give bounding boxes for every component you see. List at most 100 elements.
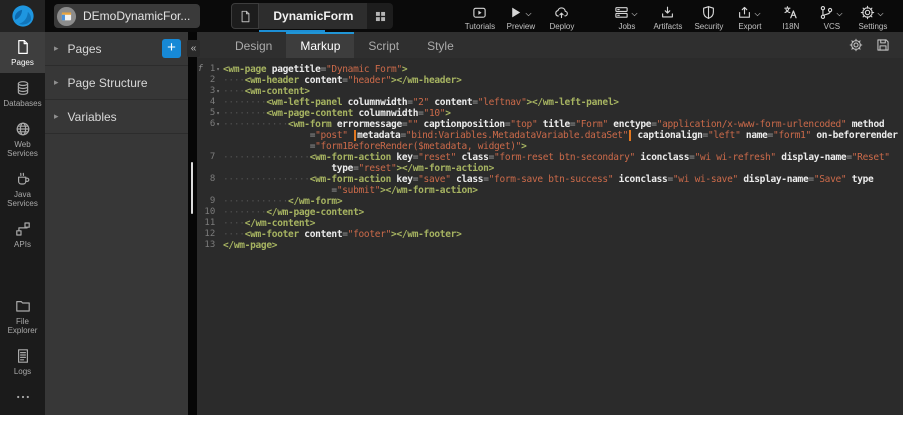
tool-label: I18N <box>782 22 799 31</box>
editor-settings-gear-icon[interactable] <box>849 38 863 52</box>
sidebar-item-logs[interactable]: Logs <box>0 341 45 382</box>
gutter: 7 <box>197 152 223 163</box>
line-number: 2 <box>204 75 216 86</box>
gutter: 3▾ <box>197 86 223 97</box>
sidebar-item-label: APIs <box>14 240 31 249</box>
branch-icon <box>819 5 834 20</box>
code-tag: <wm-page <box>223 64 266 75</box>
caret-right-icon[interactable]: ▸ <box>54 77 59 88</box>
code-line-text: ····<wm-footer content="footer"></wm-foo… <box>223 229 903 240</box>
code-string: "top" <box>510 119 537 130</box>
tool-i18n-inner <box>783 5 798 20</box>
fold-arrow-icon[interactable]: ▾ <box>215 64 223 75</box>
sidebar-item-databases[interactable]: Databases <box>0 73 45 114</box>
tool-tutorials-inner <box>472 5 487 20</box>
gutter: 2 <box>197 75 223 86</box>
tool-i18n[interactable]: I18N <box>770 1 811 31</box>
sidebar-item-java-services[interactable]: Java Services <box>0 164 45 214</box>
code-row: 11····</wm-content> <box>197 218 903 229</box>
panel-section-pages[interactable]: ▸Pages+ <box>45 32 188 66</box>
sidebar-item-more[interactable] <box>0 382 45 411</box>
project-selector[interactable]: DEmoDynamicFor... <box>54 4 200 28</box>
fold-arrow-icon[interactable]: ▾ <box>215 108 223 119</box>
code-line-text: ········</wm-page-content> <box>223 207 903 218</box>
code-string: "form1" <box>773 130 811 141</box>
code-line-text: ········<wm-page-content columnwidth="10… <box>223 108 903 119</box>
tab-style[interactable]: Style <box>413 32 468 58</box>
tool-label: Tutorials <box>465 22 495 31</box>
sidebar-item-web-services[interactable]: Web Services <box>0 114 45 164</box>
tool-export[interactable]: Export <box>729 1 770 31</box>
globe-icon <box>15 121 31 137</box>
code-token: ···· <box>223 75 245 86</box>
code-line-text: ="post" metadata="bind:Variables.Metadat… <box>223 130 903 141</box>
tool-preview[interactable]: Preview <box>500 1 541 31</box>
tab-script[interactable]: Script <box>354 32 413 58</box>
tool-vcs[interactable]: VCS <box>811 1 852 31</box>
code-token: ················ <box>223 174 310 185</box>
markup-code-editor[interactable]: f1▾<wm-page pagetitle="Dynamic Form">2 ··… <box>197 58 903 415</box>
page-switcher-button[interactable] <box>367 3 393 29</box>
page-tab[interactable]: DynamicForm <box>231 3 393 29</box>
code-attribute: display-name <box>776 152 846 163</box>
cloud-upload-icon <box>554 5 569 20</box>
tool-tutorials[interactable]: Tutorials <box>459 1 500 31</box>
page-icon <box>15 39 31 55</box>
add-page-button[interactable]: + <box>162 39 181 58</box>
logo-container[interactable] <box>0 0 45 32</box>
tool-label: Artifacts <box>653 22 682 31</box>
code-string: "save" <box>418 174 451 185</box>
tool-jobs[interactable]: Jobs <box>606 1 647 31</box>
code-tag: </wm-page-content> <box>266 207 364 218</box>
pages-panel: ▸Pages+▸Page Structure▸Variables <box>45 32 188 415</box>
code-row: type="reset"></wm-form-action> <box>197 163 903 174</box>
tool-artifacts[interactable]: Artifacts <box>647 1 688 31</box>
panel-scrollbar-thumb[interactable] <box>191 162 193 214</box>
tab-design[interactable]: Design <box>221 32 286 58</box>
fold-arrow-icon[interactable]: ▾ <box>215 86 223 97</box>
panel-section-variables[interactable]: ▸Variables <box>45 100 188 134</box>
caret-right-icon[interactable]: ▸ <box>54 43 59 54</box>
sidebar-item-pages[interactable]: Pages <box>0 32 45 73</box>
code-line-text: ················<wm-form-action key="sav… <box>223 174 903 185</box>
tool-security[interactable]: Security <box>688 1 729 31</box>
code-token: ············ <box>223 196 288 207</box>
code-line-text: ····</wm-content> <box>223 218 903 229</box>
line-number: 3 <box>204 86 216 97</box>
save-icon[interactable] <box>876 38 890 52</box>
panel-section-page-structure[interactable]: ▸Page Structure <box>45 66 188 100</box>
sidebar-bottom-group: File ExplorerLogs <box>0 291 45 415</box>
code-row: f1▾<wm-page pagetitle="Dynamic Form"> <box>197 64 903 75</box>
chevron-down-icon <box>630 10 639 19</box>
export-icon <box>737 5 752 20</box>
code-string: "reset" <box>418 152 456 163</box>
database-icon <box>15 80 31 96</box>
code-attribute: on-beforerender <box>811 130 898 141</box>
tool-deploy[interactable]: Deploy <box>541 1 582 31</box>
tab-markup[interactable]: Markup <box>286 32 354 58</box>
code-string: "10" <box>424 108 446 119</box>
fold-arrow-icon[interactable]: ▾ <box>215 119 223 130</box>
code-token <box>223 130 310 141</box>
collapse-panel-button[interactable]: « <box>187 40 200 57</box>
chevron-down-icon <box>524 10 533 19</box>
line-number: 5 <box>204 108 216 119</box>
toolbar: Tutorials PreviewDeploy Jobs Artifacts Secur… <box>459 1 893 31</box>
code-row: 9············</wm-form> <box>197 196 903 207</box>
sidebar-item-apis[interactable]: APIs <box>0 214 45 255</box>
code-row: 10········</wm-page-content> <box>197 207 903 218</box>
sidebar-item-file-explorer[interactable]: File Explorer <box>0 291 45 341</box>
chevron-down-icon <box>753 10 762 19</box>
tool-settings[interactable]: Settings <box>852 1 893 31</box>
code-attribute: class <box>451 174 484 185</box>
code-tag: <wm-footer <box>245 229 299 240</box>
caret-right-icon[interactable]: ▸ <box>54 111 59 122</box>
gutter <box>197 141 223 152</box>
gutter <box>197 130 223 141</box>
code-row: 5▾········<wm-page-content columnwidth="… <box>197 108 903 119</box>
code-attribute: captionposition <box>418 119 505 130</box>
code-attribute: type <box>331 163 353 174</box>
code-string: "wi wi-save" <box>673 174 738 185</box>
panel-divider: « <box>188 32 197 415</box>
tool-artifacts-inner <box>660 5 675 20</box>
